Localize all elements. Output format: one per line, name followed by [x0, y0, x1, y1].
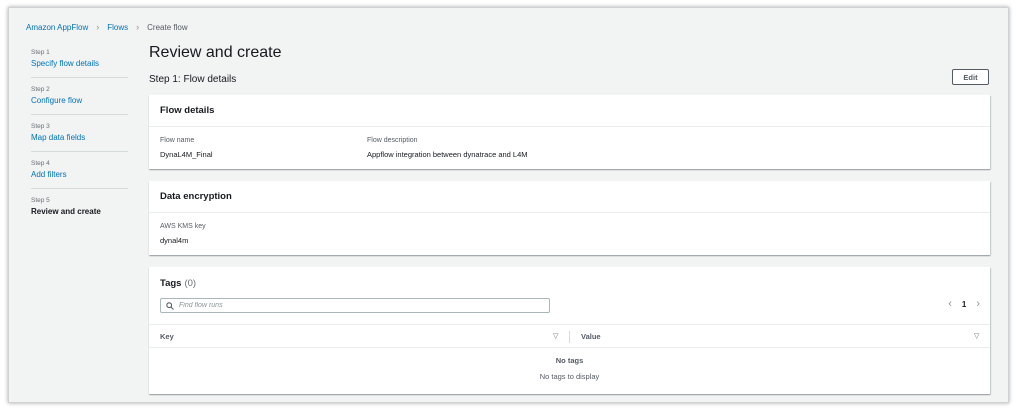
- search-icon: [166, 301, 174, 310]
- page-title: Review and create: [149, 44, 282, 61]
- breadcrumb-flows[interactable]: Flows: [107, 23, 128, 32]
- data-encryption-header: Data encryption: [149, 181, 990, 213]
- breadcrumb: Amazon AppFlow › Flows › Create flow: [26, 22, 188, 32]
- step-current-review-and-create: Review and create: [31, 207, 101, 216]
- flow-details-card: Flow details Flow name DynaL4M_Final Flo…: [149, 95, 990, 169]
- flow-name-label: Flow name: [160, 137, 195, 144]
- tags-search-field[interactable]: [160, 298, 550, 313]
- tags-card: Tags (0) ‹ 1 › Key ▽ Value ▽: [149, 267, 990, 394]
- step-number: Step 1: [31, 49, 50, 56]
- kms-key-value: dynal4m: [160, 236, 189, 245]
- wizard-step-2: Step 2 Configure flow: [31, 85, 128, 115]
- tags-empty-state: No tags No tags to display: [149, 356, 990, 382]
- tags-header: Tags (0): [149, 267, 990, 299]
- flow-name-value: DynaL4M_Final: [160, 150, 213, 159]
- search-input[interactable]: [179, 302, 539, 309]
- tags-table-header: Key ▽ Value ▽: [149, 324, 990, 348]
- flow-details-body: Flow name DynaL4M_Final Flow description…: [149, 127, 990, 159]
- current-page-number[interactable]: 1: [962, 300, 966, 309]
- data-encryption-body: AWS KMS key dynal4m: [149, 213, 990, 247]
- sort-down-icon[interactable]: ▽: [974, 332, 979, 340]
- data-encryption-card: Data encryption AWS KMS key dynal4m: [149, 181, 990, 255]
- step-link-specify-flow-details[interactable]: Specify flow details: [31, 58, 128, 69]
- sort-down-icon[interactable]: ▽: [553, 332, 558, 340]
- step-link-configure-flow[interactable]: Configure flow: [31, 95, 128, 106]
- main-content: Review and create Step 1: Flow details E…: [149, 42, 991, 394]
- chevron-left-icon[interactable]: ‹: [948, 298, 952, 310]
- wizard-step-5: Step 5 Review and create: [31, 196, 128, 225]
- chevron-right-icon[interactable]: ›: [976, 298, 980, 310]
- kms-key-label: AWS KMS key: [160, 223, 206, 230]
- edit-button[interactable]: Edit: [952, 69, 989, 85]
- breadcrumb-appflow[interactable]: Amazon AppFlow: [26, 23, 88, 32]
- empty-state-title: No tags: [555, 356, 584, 365]
- step-link-map-data-fields[interactable]: Map data fields: [31, 132, 128, 143]
- chevron-right-icon: ›: [136, 22, 140, 32]
- wizard-step-3: Step 3 Map data fields: [31, 122, 128, 152]
- step-number: Step 3: [31, 123, 50, 130]
- column-header-key[interactable]: Key: [160, 332, 174, 341]
- wizard-step-4: Step 4 Add filters: [31, 159, 128, 189]
- app-frame: Amazon AppFlow › Flows › Create flow Ste…: [8, 7, 1009, 403]
- flow-description-value: Appflow integration between dynatrace an…: [367, 150, 528, 159]
- empty-state-subtitle: No tags to display: [539, 372, 600, 381]
- chevron-right-icon: ›: [96, 22, 100, 32]
- step-link-add-filters[interactable]: Add filters: [31, 169, 128, 180]
- breadcrumb-create-flow: Create flow: [147, 22, 188, 32]
- flow-details-header: Flow details: [149, 95, 990, 127]
- wizard-steps-nav: Step 1 Specify flow details Step 2 Confi…: [31, 48, 128, 232]
- tags-count: (0): [184, 277, 197, 289]
- flow-description-label: Flow description: [367, 137, 418, 144]
- flow-name-field: Flow name DynaL4M_Final: [160, 136, 213, 161]
- step-number: Step 5: [31, 197, 50, 204]
- step-number: Step 2: [31, 86, 50, 93]
- column-divider: [569, 331, 570, 343]
- tags-title: Tags: [160, 277, 182, 289]
- flow-description-field: Flow description Appflow integration bet…: [367, 136, 528, 161]
- column-header-value[interactable]: Value: [581, 332, 601, 341]
- pagination: ‹ 1 ›: [948, 298, 980, 310]
- step-number: Step 4: [31, 160, 50, 167]
- step-heading: Step 1: Flow details: [149, 74, 237, 85]
- wizard-step-1: Step 1 Specify flow details: [31, 48, 128, 78]
